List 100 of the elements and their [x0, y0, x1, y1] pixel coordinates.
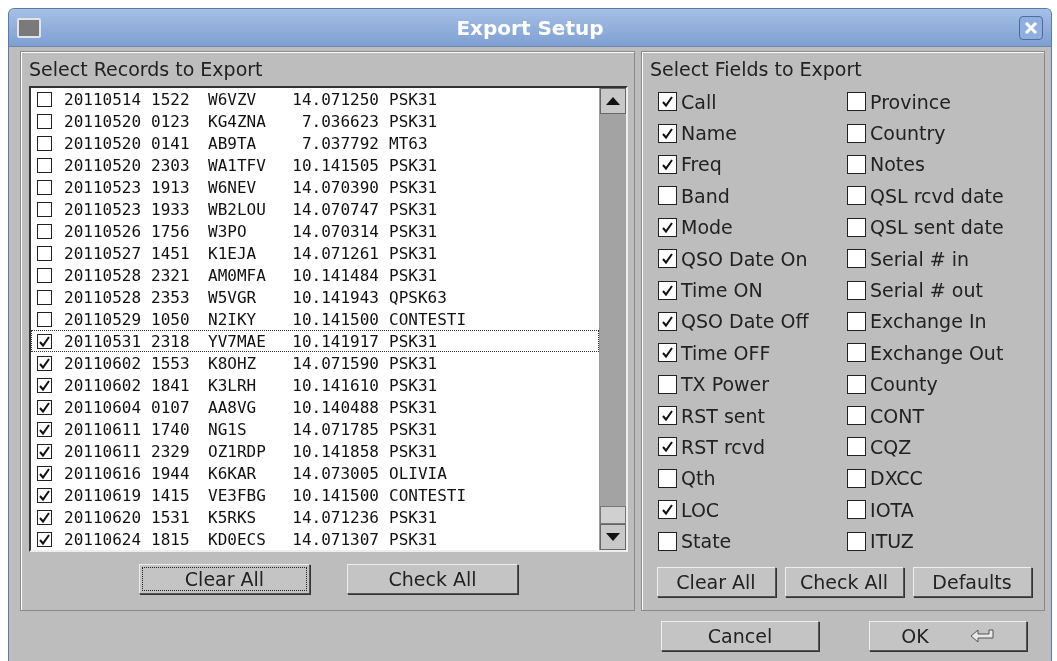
- checkbox[interactable]: [847, 280, 867, 300]
- record-row[interactable]: 20110514 1522 W6VZV 14.071250 PSK31: [31, 88, 599, 110]
- checkbox[interactable]: [37, 531, 52, 547]
- cancel-button[interactable]: Cancel: [661, 621, 819, 651]
- checkbox[interactable]: [37, 509, 52, 525]
- record-row[interactable]: 20110602 1553 K8OHZ 14.071590 PSK31: [31, 352, 599, 374]
- checkbox[interactable]: [37, 333, 52, 349]
- checkbox[interactable]: [658, 343, 677, 363]
- checkbox[interactable]: [847, 92, 867, 112]
- checkbox[interactable]: [658, 468, 677, 488]
- field-label: Province: [870, 90, 951, 113]
- checkbox[interactable]: [847, 374, 867, 394]
- checkbox[interactable]: [658, 280, 677, 300]
- checkbox[interactable]: [658, 92, 677, 112]
- checkbox[interactable]: [37, 113, 52, 129]
- record-row[interactable]: 20110520 2303 WA1TFV 10.141505 PSK31: [31, 154, 599, 176]
- checkbox[interactable]: [37, 465, 52, 481]
- scroll-down-icon[interactable]: [600, 524, 626, 550]
- record-row[interactable]: 20110526 1756 W3PO 14.070314 PSK31: [31, 220, 599, 242]
- record-row[interactable]: 20110528 2353 W5VGR 10.141943 QPSK63: [31, 286, 599, 308]
- window-icon: [17, 17, 41, 38]
- record-row[interactable]: 20110611 1740 NG1S 14.071785 PSK31: [31, 418, 599, 440]
- checkbox[interactable]: [847, 249, 867, 269]
- record-row[interactable]: 20110523 1913 W6NEV 14.070390 PSK31: [31, 176, 599, 198]
- checkbox[interactable]: [847, 531, 867, 551]
- checkbox[interactable]: [847, 123, 867, 143]
- checkbox[interactable]: [37, 179, 52, 195]
- fields-action-button[interactable]: Clear All: [656, 566, 776, 597]
- checkbox[interactable]: [658, 154, 677, 174]
- scroll-up-icon[interactable]: [600, 88, 626, 114]
- checkbox[interactable]: [37, 245, 52, 261]
- record-row[interactable]: 20110527 1451 K1EJA 14.071261 PSK31: [31, 242, 599, 264]
- record-row[interactable]: 20110604 0107 AA8VG 10.140488 PSK31: [31, 396, 599, 418]
- checkbox[interactable]: [37, 421, 52, 437]
- record-row[interactable]: 20110602 1841 K3LRH 10.141610 PSK31: [31, 374, 599, 396]
- field-label: RST sent: [681, 404, 765, 427]
- record-row[interactable]: 20110528 2321 AM0MFA 10.141484 PSK31: [31, 264, 599, 286]
- call-cell-text: W3PO: [208, 221, 248, 241]
- record-row[interactable]: 20110619 1415 VE3FBG 10.141500 CONTESTI: [31, 484, 599, 506]
- frequency-cell-text: 10.141500: [291, 309, 379, 329]
- checkbox[interactable]: [658, 311, 677, 331]
- checkbox[interactable]: [37, 223, 52, 239]
- time-cell-text: 0107: [151, 397, 191, 417]
- scrollbar[interactable]: [599, 88, 626, 550]
- checkbox[interactable]: [37, 399, 52, 415]
- checkbox[interactable]: [658, 374, 677, 394]
- mode-cell-text: MT63: [388, 133, 429, 153]
- checkbox[interactable]: [37, 443, 52, 459]
- checkbox[interactable]: [847, 217, 867, 237]
- checkbox[interactable]: [658, 531, 677, 551]
- close-button[interactable]: [1019, 15, 1043, 40]
- records-action-button[interactable]: Clear All: [139, 564, 310, 594]
- checkbox[interactable]: [37, 157, 52, 173]
- call-cell-text: WB2LOU: [208, 199, 267, 219]
- field-label: ITUZ: [870, 530, 914, 553]
- record-row[interactable]: 20110611 2329 OZ1RDP 10.141858 PSK31: [31, 440, 599, 462]
- date-cell-text: 20110619: [64, 485, 143, 505]
- date-cell-text: 20110624: [64, 529, 143, 549]
- record-row[interactable]: 20110520 0123 KG4ZNA 7.036623 PSK31: [31, 110, 599, 132]
- fields-action-button[interactable]: Defaults: [912, 566, 1032, 597]
- checkbox[interactable]: [658, 500, 677, 520]
- record-row[interactable]: 20110520 0141 AB9TA 7.037792 MT63: [31, 132, 599, 154]
- checkbox[interactable]: [847, 343, 867, 363]
- time-cell-text: 1913: [151, 177, 191, 197]
- checkbox[interactable]: [37, 201, 52, 217]
- mode-cell-text: PSK31: [388, 441, 439, 461]
- checkbox[interactable]: [658, 249, 677, 269]
- checkbox[interactable]: [847, 406, 867, 426]
- checkbox[interactable]: [847, 311, 867, 331]
- checkbox[interactable]: [847, 437, 867, 457]
- checkbox[interactable]: [847, 186, 867, 206]
- checkbox[interactable]: [37, 487, 52, 503]
- checkbox[interactable]: [847, 468, 867, 488]
- record-row[interactable]: 20110531 2318 YV7MAE 10.141917 PSK31: [31, 330, 599, 352]
- checkbox[interactable]: [847, 500, 867, 520]
- checkbox[interactable]: [658, 186, 677, 206]
- record-row[interactable]: 20110523 1933 WB2LOU 14.070747 PSK31: [31, 198, 599, 220]
- ok-button[interactable]: OK: [869, 621, 1027, 651]
- record-row[interactable]: 20110616 1944 K6KAR 14.073005 OLIVIA: [31, 462, 599, 484]
- checkbox[interactable]: [658, 217, 677, 237]
- checkbox[interactable]: [37, 135, 52, 151]
- checkbox[interactable]: [37, 311, 52, 327]
- scroll-thumb[interactable]: [600, 506, 626, 524]
- checkbox[interactable]: [37, 377, 52, 393]
- checkbox[interactable]: [37, 289, 52, 305]
- record-row[interactable]: 20110624 1815 KD0ECS 14.071307 PSK31: [31, 528, 599, 550]
- fields-action-button[interactable]: Check All: [784, 566, 904, 597]
- return-key-icon: [968, 628, 995, 644]
- checkbox[interactable]: [847, 154, 867, 174]
- record-row[interactable]: 20110620 1531 K5RKS 14.071236 PSK31: [31, 506, 599, 528]
- record-row[interactable]: 20110529 1050 N2IKY 10.141500 CONTESTI: [31, 308, 599, 330]
- field-label: Serial # out: [870, 279, 983, 302]
- date-cell-text: 20110602: [64, 353, 143, 373]
- records-action-button[interactable]: Check All: [347, 564, 518, 594]
- checkbox[interactable]: [658, 123, 677, 143]
- checkbox[interactable]: [37, 267, 52, 283]
- checkbox[interactable]: [658, 437, 677, 457]
- checkbox[interactable]: [37, 355, 52, 371]
- checkbox[interactable]: [658, 406, 677, 426]
- checkbox[interactable]: [37, 91, 52, 107]
